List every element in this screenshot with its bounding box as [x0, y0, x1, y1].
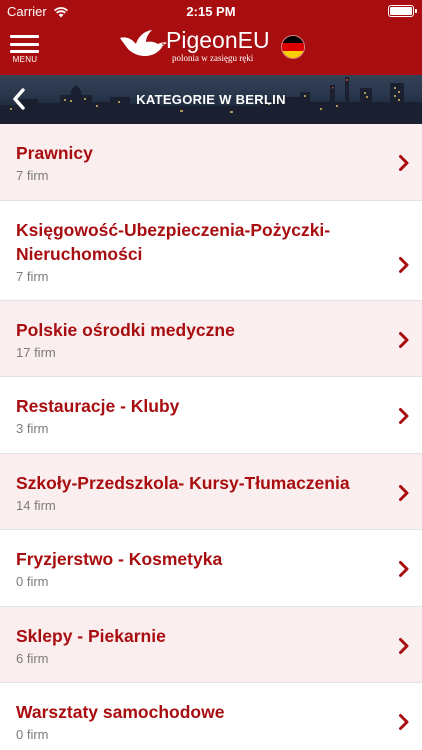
- list-item[interactable]: Warsztaty samochodowe 0 firm: [0, 683, 422, 750]
- app-tagline: polonia w zasięgu ręki: [172, 53, 254, 63]
- category-title: Księgowość-Ubezpieczenia-Pożyczki-Nieruc…: [16, 219, 331, 264]
- app-logo: PigeonEU polonia w zasięgu ręki: [118, 27, 278, 71]
- category-title: Warsztaty samochodowe: [16, 702, 225, 722]
- category-title: Fryzjerstwo - Kosmetyka: [16, 549, 223, 569]
- pigeon-icon: [120, 30, 167, 56]
- status-bar: Carrier 2:15 PM: [0, 0, 422, 22]
- list-item[interactable]: Polskie ośrodki medyczne 17 firm: [0, 300, 422, 377]
- category-title: Szkoły-Przedszkola- Kursy-Tłumaczenia: [16, 472, 350, 493]
- category-count: 14 firm: [16, 497, 56, 513]
- category-count: 0 firm: [16, 727, 49, 742]
- battery-icon: [388, 5, 417, 17]
- app-header: Carrier 2:15 PM MENU PigeonEU polonia w …: [0, 0, 422, 75]
- chevron-right-icon: [399, 484, 409, 501]
- subheader-banner: KATEGORIE W BERLIN: [0, 75, 422, 124]
- category-count: 6 firm: [16, 650, 49, 666]
- list-item[interactable]: Fryzjerstwo - Kosmetyka 0 firm: [0, 530, 422, 607]
- chevron-right-icon: [399, 331, 409, 348]
- category-count: 7 firm: [16, 168, 49, 183]
- category-title: Sklepy - Piekarnie: [16, 625, 166, 646]
- list-item[interactable]: Restauracje - Kluby 3 firm: [0, 377, 422, 454]
- list-item[interactable]: Szkoły-Przedszkola- Kursy-Tłumaczenia 14…: [0, 453, 422, 530]
- chevron-right-icon: [399, 256, 409, 273]
- list-item[interactable]: Sklepy - Piekarnie 6 firm: [0, 606, 422, 683]
- category-list: Prawnicy 7 firm Księgowość-Ubezpieczenia…: [0, 124, 422, 750]
- status-time: 2:15 PM: [186, 4, 236, 19]
- list-item[interactable]: Prawnicy 7 firm: [0, 124, 422, 201]
- category-count: 3 firm: [16, 421, 49, 436]
- germany-flag-icon[interactable]: [281, 35, 305, 59]
- chevron-right-icon: [399, 155, 409, 171]
- list-item[interactable]: Księgowość-Ubezpieczenia-Pożyczki-Nieruc…: [0, 200, 422, 301]
- category-title: Prawnicy: [16, 143, 93, 163]
- chevron-right-icon: [399, 408, 409, 424]
- category-title: Restauracje - Kluby: [16, 396, 180, 416]
- chevron-right-icon: [399, 561, 409, 577]
- chevron-right-icon: [399, 714, 409, 730]
- category-count: 7 firm: [16, 268, 49, 284]
- category-title: Polskie ośrodki medyczne: [16, 319, 235, 340]
- category-count: 0 firm: [16, 574, 49, 589]
- hamburger-icon: [10, 35, 39, 53]
- page-title: KATEGORIE W BERLIN: [136, 92, 286, 107]
- menu-button[interactable]: MENU: [9, 33, 41, 67]
- chevron-right-icon: [399, 637, 409, 654]
- app-title: PigeonEU: [166, 27, 270, 53]
- menu-label: MENU: [12, 55, 38, 64]
- category-count: 17 firm: [16, 344, 56, 360]
